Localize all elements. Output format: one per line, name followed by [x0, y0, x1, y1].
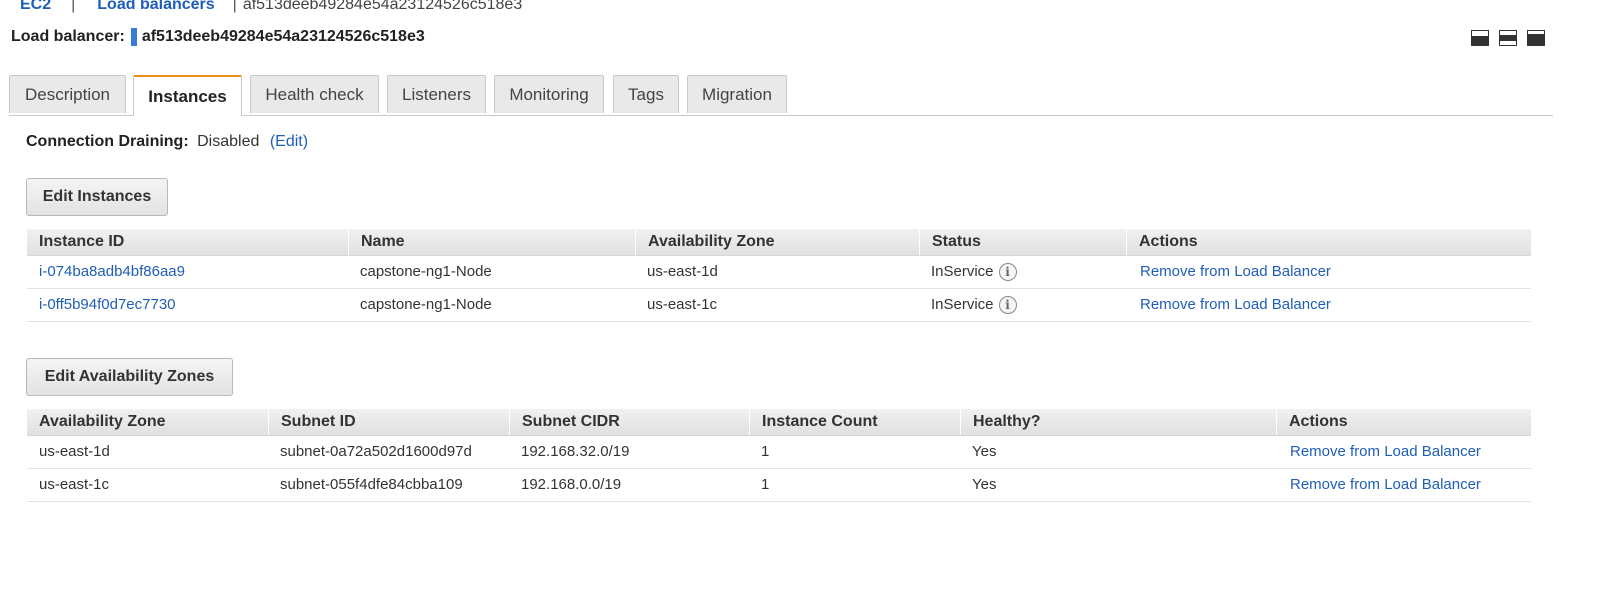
instances-table-header: Instance ID Name Availability Zone Statu…	[27, 229, 1531, 256]
subnet-id: subnet-0a72a502d1600d97d	[280, 443, 472, 460]
subnet-id: subnet-055f4dfe84cbba109	[280, 476, 463, 493]
connection-draining-label: Connection Draining:	[26, 133, 189, 150]
column-header-instance-id[interactable]: Instance ID	[27, 229, 348, 255]
remove-instance-link[interactable]: Remove from Load Balancer	[1140, 263, 1331, 280]
edit-availability-zones-button[interactable]: Edit Availability Zones	[26, 358, 233, 396]
breadcrumb-ec2-link[interactable]: EC2	[20, 0, 51, 14]
tab-monitoring[interactable]: Monitoring	[494, 75, 604, 113]
info-icon[interactable]: i	[998, 296, 1017, 315]
subnet-cidr: 192.168.32.0/19	[521, 443, 630, 460]
instance-status: InService	[931, 263, 994, 280]
dock-middle-icon[interactable]	[1499, 30, 1517, 46]
instance-name: capstone-ng1-Node	[360, 296, 492, 313]
dock-bottom-icon[interactable]	[1471, 30, 1489, 46]
edit-instances-button[interactable]: Edit Instances	[26, 178, 168, 216]
maximize-icon[interactable]	[1527, 30, 1545, 46]
window-controls	[1471, 30, 1545, 46]
instance-id-link[interactable]: i-0ff5b94f0d7ec7730	[39, 296, 176, 313]
column-header-instance-count[interactable]: Instance Count	[749, 409, 960, 435]
breadcrumb-separator: |	[71, 0, 76, 13]
tab-listeners[interactable]: Listeners	[387, 75, 486, 113]
tab-description[interactable]: Description	[9, 75, 126, 113]
instance-zone: us-east-1d	[647, 263, 718, 280]
instances-table: Instance ID Name Availability Zone Statu…	[27, 229, 1531, 322]
connection-draining-edit-link[interactable]: (Edit)	[270, 133, 308, 150]
table-row: us-east-1c subnet-055f4dfe84cbba109 192.…	[27, 469, 1531, 502]
remove-zone-link[interactable]: Remove from Load Balancer	[1290, 476, 1481, 493]
instance-status: InService	[931, 296, 994, 313]
table-row: i-0ff5b94f0d7ec7730 capstone-ng1-Node us…	[27, 289, 1531, 322]
column-header-status[interactable]: Status	[919, 229, 1126, 255]
tab-instances[interactable]: Instances	[133, 75, 242, 116]
info-icon[interactable]: i	[998, 263, 1017, 282]
connection-draining: Connection Draining: Disabled (Edit)	[26, 133, 308, 151]
column-header-subnet-cidr[interactable]: Subnet CIDR	[509, 409, 749, 435]
column-header-healthy[interactable]: Healthy?	[960, 409, 1276, 435]
instance-count: 1	[761, 443, 770, 460]
zone-name: us-east-1c	[39, 476, 110, 493]
instance-id-link[interactable]: i-074ba8adb4bf86aa9	[39, 263, 185, 280]
column-header-subnet-id[interactable]: Subnet ID	[268, 409, 509, 435]
column-header-name[interactable]: Name	[348, 229, 635, 255]
zones-table-header: Availability Zone Subnet ID Subnet CIDR …	[27, 409, 1531, 436]
remove-zone-link[interactable]: Remove from Load Balancer	[1290, 443, 1481, 460]
instance-zone: us-east-1c	[647, 296, 718, 313]
column-header-actions: Actions	[1126, 229, 1531, 255]
breadcrumb-current: af513deeb49284e54a23124526c518e3	[242, 0, 523, 13]
instance-count: 1	[761, 476, 770, 493]
subnet-cidr: 192.168.0.0/19	[521, 476, 622, 493]
column-header-availability-zone[interactable]: Availability Zone	[27, 409, 267, 435]
tab-health-check[interactable]: Health check	[250, 75, 379, 113]
healthy-value: Yes	[972, 443, 997, 460]
remove-instance-link[interactable]: Remove from Load Balancer	[1140, 296, 1331, 313]
load-balancer-marker	[130, 28, 137, 46]
table-row: i-074ba8adb4bf86aa9 capstone-ng1-Node us…	[27, 256, 1531, 289]
instance-name: capstone-ng1-Node	[360, 263, 492, 280]
connection-draining-value: Disabled	[197, 133, 260, 150]
breadcrumb-load-balancers-link[interactable]: Load balancers	[97, 0, 214, 14]
table-row: us-east-1d subnet-0a72a502d1600d97d 192.…	[27, 436, 1531, 469]
column-header-actions: Actions	[1276, 409, 1531, 435]
tab-bar: Description Instances Health check Liste…	[9, 75, 1553, 116]
breadcrumb-separator: |	[232, 0, 237, 13]
load-balancer-name: af513deeb49284e54a23124526c518e3	[141, 28, 425, 45]
page-title: Load balancer: af513deeb49284e54a2312452…	[11, 28, 425, 46]
healthy-value: Yes	[972, 476, 997, 493]
availability-zones-table: Availability Zone Subnet ID Subnet CIDR …	[27, 409, 1531, 502]
tab-tags[interactable]: Tags	[613, 75, 679, 113]
zone-name: us-east-1d	[39, 443, 110, 460]
breadcrumb: EC2 | Load balancers | af513deeb49284e54…	[20, 0, 522, 16]
column-header-availability-zone[interactable]: Availability Zone	[635, 229, 919, 255]
title-label: Load balancer:	[11, 28, 125, 45]
tab-migration[interactable]: Migration	[687, 75, 787, 113]
